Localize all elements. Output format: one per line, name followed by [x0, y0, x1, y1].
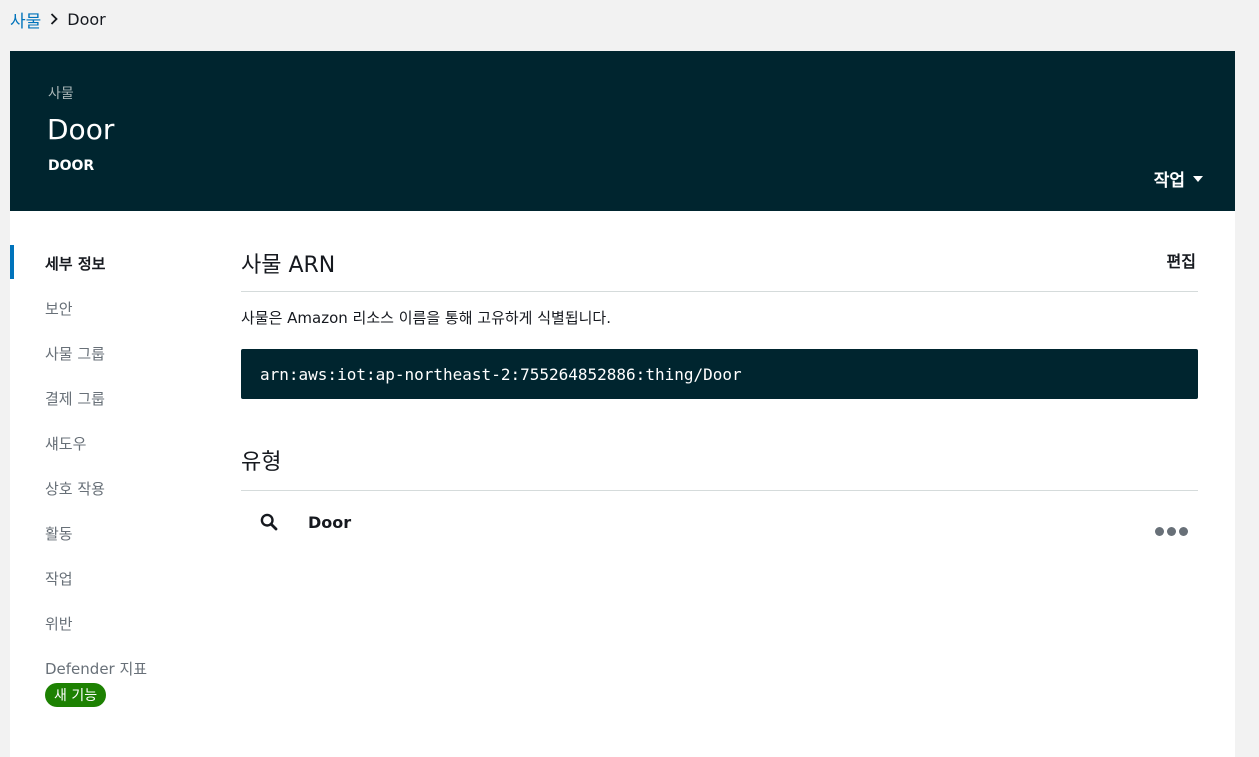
- sidenav-item-label: Defender 지표: [45, 660, 148, 678]
- breadcrumb-link-things[interactable]: 사물: [10, 7, 41, 32]
- page-header: 사물 Door DOOR 작업: [10, 51, 1235, 211]
- caret-down-icon: [1193, 175, 1203, 182]
- sidenav-item-label: 섀도우: [45, 435, 87, 453]
- sidenav-item-violations[interactable]: 위반: [10, 601, 210, 646]
- sidenav-item-thing-groups[interactable]: 사물 그룹: [10, 331, 210, 376]
- sidenav-item-interact[interactable]: 상호 작용: [10, 466, 210, 511]
- sidenav-item-label: 결제 그룹: [45, 390, 105, 408]
- type-row: Door: [241, 491, 1198, 551]
- section-header: 유형: [241, 438, 1198, 491]
- type-name-link[interactable]: Door: [308, 513, 351, 532]
- arn-description: 사물은 Amazon 리소스 이름을 통해 고유하게 식별됩니다.: [241, 309, 612, 327]
- actions-label: 작업: [1153, 171, 1185, 191]
- chevron-right-icon: [50, 13, 59, 25]
- thing-detail-card: 사물 Door DOOR 작업 세부 정보 보안 사물 그룹 결제 그룹 섀도우…: [10, 51, 1235, 757]
- actions-dropdown-button[interactable]: 작업: [1154, 166, 1203, 191]
- sidenav-item-shadow[interactable]: 섀도우: [10, 421, 210, 466]
- page-subtitle: DOOR: [48, 158, 95, 174]
- sidenav-item-label: 세부 정보: [45, 255, 106, 273]
- sidenav-item-label: 위반: [45, 615, 73, 633]
- sidenav-item-activity[interactable]: 활동: [10, 511, 210, 556]
- search-icon: [260, 513, 278, 535]
- section-title: 사물 ARN: [241, 253, 336, 278]
- thing-arn-section: 사물 ARN 편집 사물은 Amazon 리소스 이름을 통해 고유하게 식별됩…: [241, 241, 1198, 399]
- page-title: Door: [47, 113, 115, 146]
- section-header: 사물 ARN 편집: [241, 241, 1198, 292]
- sidenav-item-jobs[interactable]: 작업: [10, 556, 210, 601]
- side-navigation: 세부 정보 보안 사물 그룹 결제 그룹 섀도우 상호 작용 활동 작업 위반 …: [10, 241, 210, 707]
- section-title: 유형: [241, 450, 282, 475]
- sidenav-item-label: 활동: [45, 525, 73, 543]
- main-content: 사물 ARN 편집 사물은 Amazon 리소스 이름을 통해 고유하게 식별됩…: [241, 241, 1198, 551]
- sidenav-item-label: 보안: [45, 300, 73, 318]
- thing-type-section: 유형 Door: [241, 438, 1198, 551]
- more-options-icon[interactable]: [1155, 527, 1188, 536]
- breadcrumb-current: Door: [67, 9, 106, 29]
- new-feature-badge: 새 기능: [45, 683, 107, 707]
- sidenav-item-label: 상호 작용: [45, 480, 105, 498]
- sidenav-item-security[interactable]: 보안: [10, 286, 210, 331]
- sidenav-item-defender-metrics[interactable]: Defender 지표 새 기능: [10, 646, 210, 707]
- sidenav-item-details[interactable]: 세부 정보: [10, 241, 210, 286]
- arn-value: arn:aws:iot:ap-northeast-2:755264852886:…: [241, 349, 1198, 399]
- edit-button[interactable]: 편집: [1167, 248, 1196, 272]
- sidenav-item-billing-groups[interactable]: 결제 그룹: [10, 376, 210, 421]
- header-kicker: 사물: [48, 86, 74, 102]
- sidenav-item-label: 사물 그룹: [45, 345, 105, 363]
- sidenav-item-label: 작업: [45, 570, 73, 588]
- breadcrumb: 사물 Door: [10, 6, 106, 32]
